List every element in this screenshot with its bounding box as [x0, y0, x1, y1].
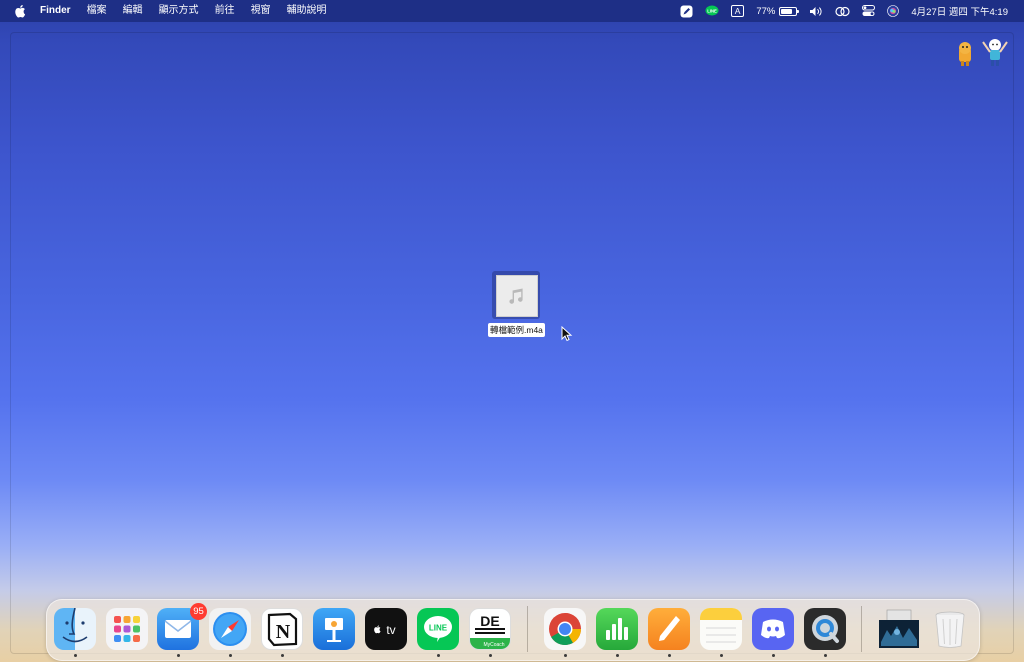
running-indicator — [564, 654, 567, 657]
screen-mirroring-icon[interactable] — [829, 0, 856, 22]
mycoach-icon: DE MyCoach — [470, 613, 510, 649]
running-indicator — [668, 654, 671, 657]
line-label: LINE — [429, 624, 448, 633]
menu-go[interactable]: 前往 — [207, 0, 243, 22]
notes-icon — [700, 608, 742, 643]
launchpad-icon — [114, 616, 140, 642]
dock-app-pages[interactable] — [648, 608, 690, 650]
notion-letter: N — [276, 621, 291, 643]
running-indicator — [489, 654, 492, 657]
discord-icon — [761, 619, 785, 639]
quicktime-icon — [812, 615, 839, 643]
dock-separator — [527, 606, 528, 652]
dock-app-mail[interactable]: 95 — [157, 603, 207, 650]
dock-app-notes[interactable] — [700, 608, 742, 650]
dock-app-mycoach[interactable]: DE MyCoach — [469, 608, 511, 650]
running-indicator — [437, 654, 440, 657]
downloads-stack-icon — [879, 609, 919, 648]
dog-mascot-icon — [959, 42, 971, 66]
volume-icon[interactable] — [803, 0, 829, 22]
battery-percent: 77% — [756, 5, 776, 17]
dock-trash[interactable] — [929, 608, 971, 650]
battery-icon — [779, 6, 800, 16]
dock: 95 N tv LINE DE MyCoach — [46, 599, 980, 661]
mycoach-bottom-label: MyCoach — [483, 642, 504, 648]
dock-app-line[interactable]: LINE — [417, 608, 459, 650]
running-indicator — [720, 654, 723, 657]
mouse-pointer-icon — [561, 325, 573, 342]
running-indicator — [177, 654, 180, 657]
menu-window[interactable]: 視窗 — [243, 0, 279, 22]
line-tray-label: LINE — [707, 8, 717, 13]
chrome-icon — [549, 612, 582, 646]
dock-app-safari[interactable] — [209, 608, 251, 650]
numbers-icon — [606, 618, 628, 640]
notion-icon: N — [267, 612, 298, 647]
line-tray-icon[interactable]: LINE — [699, 0, 725, 22]
dock-app-keynote[interactable] — [313, 608, 355, 650]
boy-mascot-icon — [982, 39, 1008, 66]
desktop-mascot-widgets — [955, 36, 1011, 68]
apple-tv-icon: tv — [374, 623, 396, 637]
mail-unread-badge: 95 — [190, 603, 207, 620]
running-indicator — [616, 654, 619, 657]
running-indicator — [229, 654, 232, 657]
input-method-indicator[interactable]: A — [725, 0, 751, 22]
dock-app-launchpad[interactable] — [106, 608, 148, 650]
control-center-icon[interactable] — [856, 0, 881, 22]
dock-app-discord[interactable] — [752, 608, 794, 650]
pen-tray-icon[interactable] — [674, 0, 699, 22]
line-icon: LINE — [424, 616, 452, 642]
pages-icon — [659, 616, 680, 641]
menu-app-finder[interactable]: Finder — [32, 0, 79, 22]
menu-bar-clock[interactable]: 4月27日 週四 下午4:19 — [905, 0, 1014, 22]
apple-menu-icon[interactable] — [12, 3, 28, 19]
dock-app-chrome[interactable] — [544, 608, 586, 650]
trash-icon — [935, 611, 965, 648]
dock-app-notion[interactable]: N — [261, 608, 303, 650]
input-method-label: A — [730, 5, 745, 17]
desktop-file-name[interactable]: 轉檔範例.m4a — [488, 323, 545, 337]
menu-help[interactable]: 輔助說明 — [279, 0, 335, 22]
dock-app-numbers[interactable] — [596, 608, 638, 650]
audio-file-icon — [492, 271, 540, 319]
tv-label: tv — [386, 623, 395, 637]
running-indicator — [772, 654, 775, 657]
menu-edit[interactable]: 編輯 — [115, 0, 151, 22]
dock-app-finder[interactable] — [54, 608, 96, 650]
menu-view[interactable]: 顯示方式 — [151, 0, 207, 22]
siri-icon[interactable] — [881, 0, 905, 22]
battery-status[interactable]: 77% — [750, 0, 803, 22]
running-indicator — [74, 654, 77, 657]
menu-bar: Finder 檔案 編輯 顯示方式 前往 視窗 輔助說明 LINE A 77% — [0, 0, 1024, 22]
dock-app-quicktime[interactable] — [804, 608, 846, 650]
safari-icon — [213, 612, 247, 646]
menu-file[interactable]: 檔案 — [79, 0, 115, 22]
dock-separator — [861, 606, 862, 652]
keynote-icon — [325, 618, 343, 642]
running-indicator — [281, 654, 284, 657]
dock-app-tv[interactable]: tv — [365, 608, 407, 650]
desktop-file[interactable]: 轉檔範例.m4a — [488, 271, 545, 338]
mycoach-top-label: DE — [480, 613, 499, 629]
finder-icon — [62, 608, 88, 643]
dock-downloads-stack[interactable] — [877, 608, 919, 650]
running-indicator — [824, 654, 827, 657]
